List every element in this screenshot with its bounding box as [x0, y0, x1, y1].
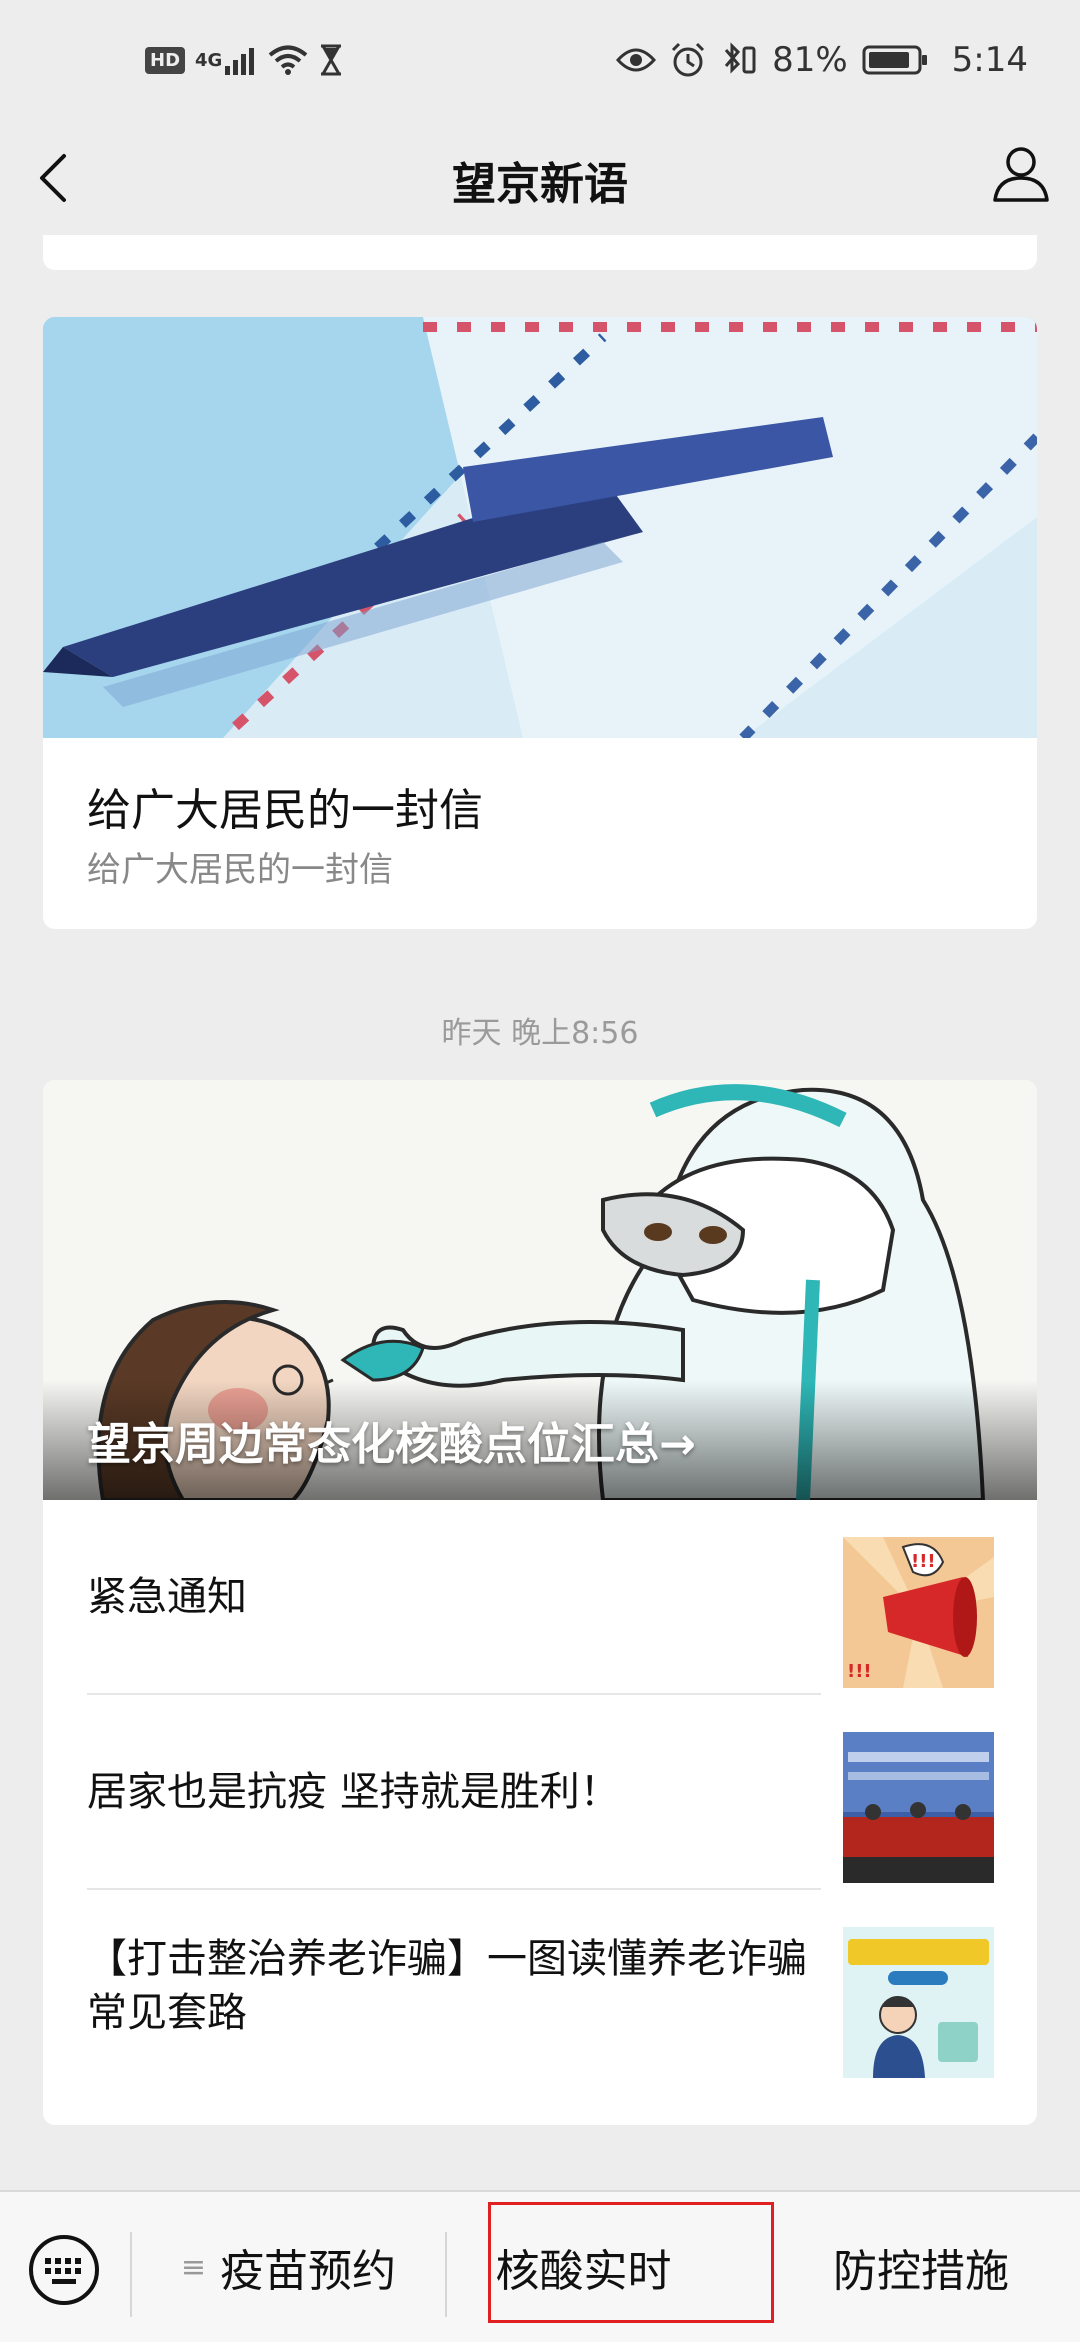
press-conference-image — [843, 1732, 994, 1883]
article-title[interactable]: 给广大居民的一封信 — [87, 774, 483, 838]
list-item-title[interactable]: 居家也是抗疫 坚持就是胜利！ — [87, 1765, 827, 1819]
submenu-icon: ≡ — [180, 2249, 207, 2285]
fraud-guide-image — [843, 1927, 994, 2078]
list-item[interactable]: 紧急通知 !!! !!! — [43, 1500, 1037, 1695]
svg-text:!!!: !!! — [847, 1661, 872, 1682]
person-icon — [993, 147, 1049, 202]
highlight-box — [488, 2202, 774, 2323]
signal-icon — [225, 48, 255, 75]
article-subtitle: 给广大居民的一封信 — [87, 850, 393, 890]
svg-text:!!!: !!! — [911, 1551, 936, 1572]
battery-percent: 81% — [772, 40, 848, 80]
alarm-icon — [672, 42, 705, 77]
thumbnail-megaphone: !!! !!! — [843, 1537, 994, 1688]
menu-prevention-measures[interactable]: 防控措施 — [762, 2192, 1080, 2342]
bottom-menu-bar: ≡ 疫苗预约 核酸实时 防控措施 — [0, 2190, 1080, 2342]
page-title: 望京新语 — [452, 159, 628, 210]
list-item[interactable]: 【打击整治养老诈骗】一图读懂养老诈骗常见套路 — [43, 1890, 1037, 2085]
status-right: 81% 5:14 — [616, 40, 1028, 80]
bluetooth-vibrate-icon — [724, 42, 756, 74]
menu-vaccine-appointment[interactable]: ≡ 疫苗预约 — [132, 2192, 445, 2342]
thumbnail-fraud-guide — [843, 1927, 994, 2078]
pen-envelope-illustration — [43, 317, 1037, 738]
status-bar: HD 4G 81% 5:14 — [0, 0, 1080, 130]
menu-label: 疫苗预约 — [220, 2246, 397, 2297]
menu-label: 防控措施 — [833, 2246, 1009, 2297]
list-item-title[interactable]: 紧急通知 — [87, 1570, 827, 1624]
hd-badge: HD — [145, 46, 186, 74]
message-timestamp: 昨天 晚上8:56 — [441, 1016, 639, 1051]
nav-bar: 望京新语 — [0, 130, 1080, 235]
previous-card-edge — [43, 235, 1037, 270]
status-left: HD 4G — [145, 44, 344, 76]
eye-icon — [616, 48, 657, 72]
megaphone-icon: !!! !!! — [843, 1537, 994, 1688]
thumbnail-press-conference — [843, 1732, 994, 1883]
clock: 5:14 — [951, 40, 1028, 80]
keyboard-icon — [29, 2235, 99, 2305]
battery-icon — [862, 45, 927, 75]
article-card-letter[interactable]: 给广大居民的一封信 给广大居民的一封信 — [43, 317, 1037, 929]
cover-image-nucleic-test[interactable]: 望京周边常态化核酸点位汇总→ — [43, 1080, 1037, 1500]
network-label: 4G — [195, 49, 223, 71]
list-item-title[interactable]: 【打击整治养老诈骗】一图读懂养老诈骗常见套路 — [87, 1932, 827, 2040]
message-feed[interactable]: 给广大居民的一封信 给广大居民的一封信 昨天 晚上8:56 望京周边常态化核酸点… — [0, 235, 1080, 2190]
list-item[interactable]: 居家也是抗疫 坚持就是胜利！ — [43, 1695, 1037, 1890]
profile-button[interactable] — [990, 142, 1052, 204]
cover-headline[interactable]: 望京周边常态化核酸点位汇总→ — [87, 1408, 696, 1472]
wifi-icon — [269, 45, 308, 75]
hourglass-icon — [321, 44, 342, 76]
cover-image-pen-envelope — [43, 317, 1037, 738]
keyboard-toggle-button[interactable] — [28, 2234, 100, 2306]
article-card-group: 望京周边常态化核酸点位汇总→ 紧急通知 !!! !!! 居家也是抗疫 坚持就是胜… — [43, 1080, 1037, 2125]
